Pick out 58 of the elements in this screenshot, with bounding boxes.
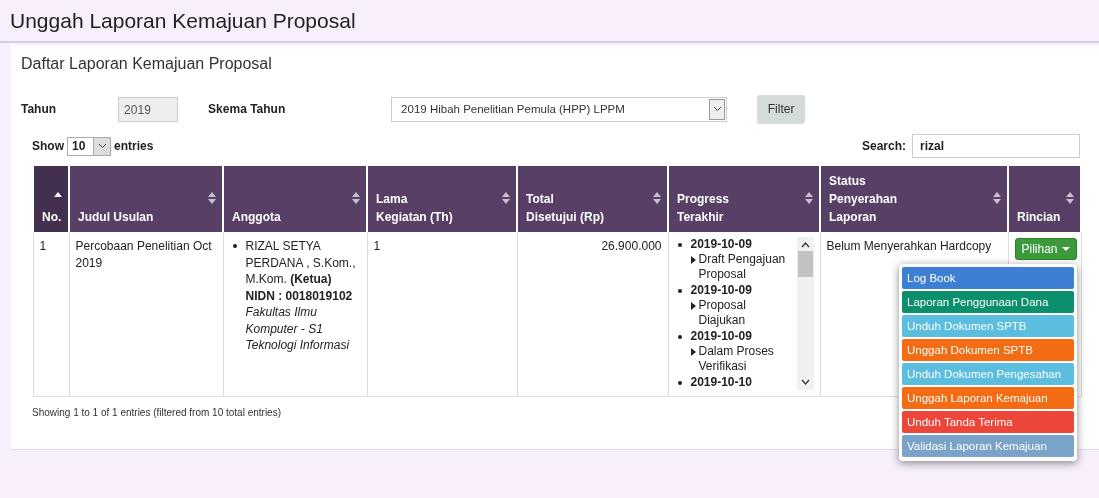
chevron-down-icon bbox=[97, 143, 107, 149]
member-faculty: Fakultas Ilmu Komputer - S1 Teknologi Informasi bbox=[245, 305, 350, 352]
menu-item[interactable]: Laporan Penggunaan Dana bbox=[902, 291, 1074, 313]
column-header[interactable]: Progress Terakhir bbox=[668, 166, 820, 232]
member-name: RIZAL SETYA PERDANA , S.Kom., M.Kom. (Ketua) bbox=[245, 239, 356, 286]
table-cell: 1 bbox=[367, 232, 517, 397]
sort-icon[interactable] bbox=[1066, 191, 1074, 205]
table-cell: 1 bbox=[33, 232, 69, 397]
scheme-dropdown[interactable]: 2019 Hibah Penelitian Pemula (HPP) LPPM bbox=[391, 96, 728, 122]
bullet-icon bbox=[232, 244, 237, 248]
scrollbar-thumb[interactable] bbox=[797, 251, 813, 277]
sort-icon[interactable] bbox=[502, 191, 510, 205]
search-field[interactable]: rizal bbox=[912, 134, 1080, 158]
scheme-label: Skema Tahun bbox=[208, 102, 287, 116]
triangle-right-icon bbox=[690, 256, 696, 264]
progress-date: 2019-10-09 bbox=[690, 237, 753, 252]
sort-icon[interactable] bbox=[805, 191, 813, 205]
progress-date: 2019-10-09 bbox=[690, 283, 753, 298]
show-label: Show bbox=[32, 139, 64, 153]
menu-item[interactable]: Log Book bbox=[902, 267, 1074, 289]
year-label: Tahun bbox=[21, 102, 57, 116]
sort-icon[interactable] bbox=[653, 191, 661, 205]
bullet-icon bbox=[677, 289, 682, 293]
progress-date: 2019-10-10 bbox=[690, 375, 753, 390]
entries-dropdown[interactable]: 10 bbox=[67, 136, 111, 156]
column-header[interactable]: Anggota bbox=[223, 166, 367, 232]
column-header[interactable]: Total Disetujui (Rp) bbox=[517, 166, 668, 232]
progress-status: Proposal Diajukan bbox=[698, 298, 747, 328]
menu-item[interactable]: Unduh Tanda Terima bbox=[902, 411, 1074, 433]
column-header[interactable]: Rincian bbox=[1008, 166, 1081, 232]
column-header[interactable]: Lama Kegiatan (Th) bbox=[367, 166, 517, 232]
triangle-right-icon bbox=[690, 302, 696, 310]
chevron-down-icon bbox=[712, 106, 722, 112]
bullet-icon bbox=[677, 381, 682, 385]
progress-status: Dalam Proses Verifikasi bbox=[698, 344, 775, 374]
member-nidn: NIDN : 0018019102 bbox=[245, 288, 353, 303]
entries-label: entries bbox=[114, 139, 154, 153]
progress-date: 2019-10-09 bbox=[690, 329, 753, 344]
column-header[interactable]: Judul Usulan bbox=[69, 166, 223, 232]
options-button[interactable]: Pilihan bbox=[1014, 238, 1077, 260]
panel-title: Daftar Laporan Kemajuan Proposal bbox=[21, 55, 273, 74]
table-cell: Percobaan Penelitian Oct 2019 bbox=[69, 232, 223, 397]
year-field[interactable]: 2019 bbox=[118, 96, 179, 122]
sort-icon[interactable] bbox=[993, 191, 1001, 205]
column-header[interactable]: No. bbox=[33, 166, 69, 232]
table-cell: 26.900.000 bbox=[517, 232, 668, 397]
table-info: Showing 1 to 1 of 1 entries (filtered from 10 total entries) bbox=[32, 407, 281, 418]
bullet-icon bbox=[677, 243, 682, 247]
bullet-icon bbox=[677, 335, 682, 339]
search-label: Search: bbox=[861, 139, 906, 153]
triangle-right-icon bbox=[690, 348, 696, 356]
filter-button[interactable]: Filter bbox=[757, 94, 806, 124]
scrollbar[interactable] bbox=[796, 237, 814, 390]
column-header[interactable]: Status Penyerahan Laporan bbox=[820, 166, 1008, 232]
progress-status: Draft Pengajuan Proposal bbox=[698, 252, 787, 282]
sort-icon[interactable] bbox=[208, 191, 216, 205]
page-title: Unggah Laporan Kemajuan Proposal bbox=[10, 8, 356, 33]
sort-icon[interactable] bbox=[352, 191, 360, 205]
